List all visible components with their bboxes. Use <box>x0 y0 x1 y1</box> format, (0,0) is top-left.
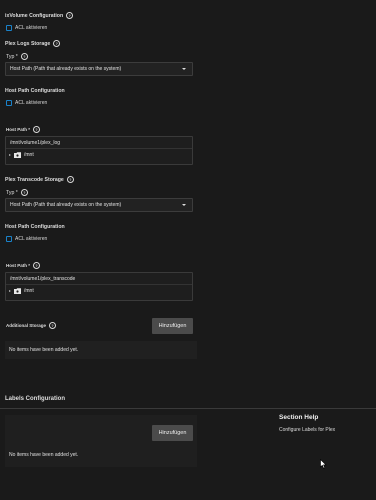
acl-label: ACL aktivieren <box>15 25 48 31</box>
type-label-text: Typ * <box>6 53 18 60</box>
help-icon[interactable]: ? <box>20 189 28 196</box>
plex-transcode-type-label: Typ * ? <box>6 189 28 196</box>
help-icon[interactable]: ? <box>33 262 41 269</box>
additional-storage-title: Additional Storage ? <box>6 322 57 329</box>
plex-transcode-type-select[interactable]: Host Path (Path that already exists on t… <box>5 198 193 212</box>
labels-config-title: Labels Configuration <box>5 396 65 402</box>
type-select-value: Host Path (Path that already exists on t… <box>10 66 122 72</box>
additional-storage-title-text: Additional Storage <box>6 323 47 328</box>
plex-transcode-storage-title: Plex Transcode Storage ? <box>5 176 74 183</box>
ixvolume-config-title-text: ixVolume Configuration <box>5 12 64 19</box>
help-icon[interactable]: ? <box>33 126 41 133</box>
empty-list-text: No items have been added yet. <box>9 347 79 353</box>
chevron-down-icon <box>182 68 186 70</box>
plex-logs-storage-title: Plex Logs Storage ? <box>5 40 61 47</box>
acl-checkbox[interactable] <box>6 25 12 31</box>
plex-transcode-acl-row[interactable]: ACL aktivieren <box>6 236 47 242</box>
section-help-text: Configure Labels for Plex <box>279 427 335 433</box>
folder-icon <box>14 288 21 294</box>
help-icon[interactable]: ? <box>66 12 74 19</box>
help-icon[interactable]: ? <box>66 176 74 183</box>
host-path-config-text: Host Path Configuration <box>5 224 65 230</box>
acl-checkbox[interactable] <box>6 100 12 106</box>
labels-config-title-text: Labels Configuration <box>5 396 65 402</box>
labels-config-add-button[interactable]: Hinzufügen <box>152 425 193 441</box>
ixvolume-acl-row[interactable]: ACL aktivieren <box>6 25 47 31</box>
plex-logs-type-label: Typ * ? <box>6 53 28 60</box>
type-label-text: Typ * <box>6 189 18 196</box>
chevron-down-icon <box>182 204 186 206</box>
type-select-value: Host Path (Path that already exists on t… <box>10 202 122 208</box>
host-path-config-text: Host Path Configuration <box>5 88 65 94</box>
section-help-body: Configure Labels for Plex <box>279 427 336 433</box>
folder-icon <box>14 152 21 158</box>
host-path-value: /mnt/volume1/plex_transcode <box>10 275 76 282</box>
add-button-label: Hinzufügen <box>158 430 187 436</box>
chevron-right-icon[interactable] <box>9 290 11 292</box>
plex-logs-type-select[interactable]: Host Path (Path that already exists on t… <box>5 62 193 76</box>
help-icon[interactable]: ? <box>49 322 57 329</box>
acl-label: ACL aktivieren <box>15 236 48 242</box>
additional-storage-add-button[interactable]: Hinzufügen <box>152 318 193 334</box>
tree-node-label: /mnt <box>24 288 34 294</box>
mouse-cursor-icon <box>320 459 327 469</box>
tree-node-label: /mnt <box>24 152 34 158</box>
host-path-input[interactable]: /mnt/volume1/plex_transcode <box>6 273 192 285</box>
labels-config-panel <box>5 415 197 467</box>
empty-list-text: No items have been added yet. <box>9 452 79 458</box>
host-path-value: /mnt/volume1/plex_log <box>10 139 61 146</box>
plex-logs-acl-row[interactable]: ACL aktivieren <box>6 100 47 106</box>
add-button-label: Hinzufügen <box>158 323 187 329</box>
plex-logs-host-path-label: Host Path * ? <box>6 126 41 133</box>
plex-transcode-host-path-config-title: Host Path Configuration <box>5 224 65 230</box>
plex-transcode-host-path-label: Host Path * ? <box>6 262 41 269</box>
host-path-input[interactable]: /mnt/volume1/plex_log <box>6 137 192 149</box>
plex-logs-host-path-explorer: /mnt/volume1/plex_log /mnt <box>5 136 193 165</box>
host-path-label-text: Host Path * <box>6 263 31 268</box>
plex-logs-title-text: Plex Logs Storage <box>5 40 51 47</box>
plex-transcode-title-text: Plex Transcode Storage <box>5 176 64 183</box>
acl-checkbox[interactable] <box>6 236 12 242</box>
plex-transcode-host-path-explorer: /mnt/volume1/plex_transcode /mnt <box>5 272 193 301</box>
plex-logs-host-path-config-title: Host Path Configuration <box>5 88 65 94</box>
tree-node-mnt[interactable]: /mnt <box>6 149 192 161</box>
section-help-title: Section Help <box>279 414 318 421</box>
acl-label: ACL aktivieren <box>15 100 48 106</box>
help-icon[interactable]: ? <box>53 40 61 47</box>
labels-config-empty-list: No items have been added yet. <box>9 452 78 458</box>
additional-storage-empty-list: No items have been added yet. <box>5 341 197 359</box>
tree-node-mnt[interactable]: /mnt <box>6 285 192 297</box>
ixvolume-config-title: ixVolume Configuration ? <box>5 12 74 19</box>
section-help-title-text: Section Help <box>279 414 319 421</box>
help-icon[interactable]: ? <box>20 53 28 60</box>
section-divider <box>0 408 376 409</box>
host-path-label-text: Host Path * <box>6 127 31 132</box>
chevron-right-icon[interactable] <box>9 154 11 156</box>
